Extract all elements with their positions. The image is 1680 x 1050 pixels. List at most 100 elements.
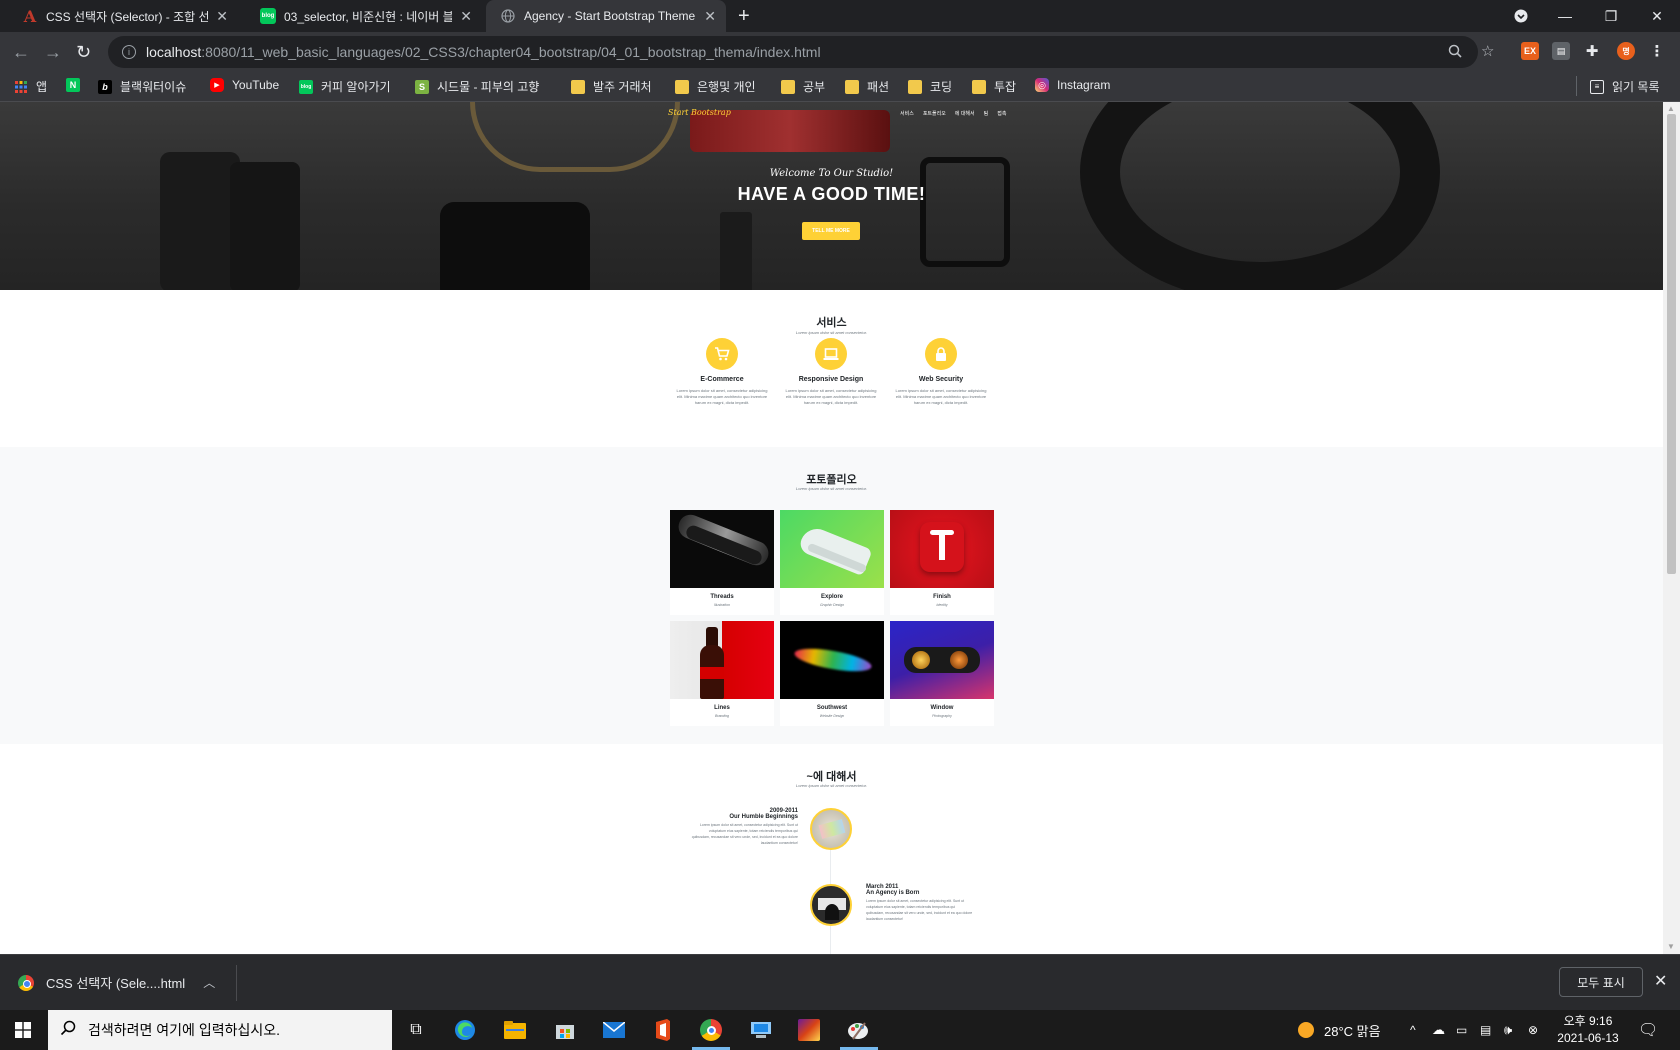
back-icon[interactable]: ←: [12, 42, 30, 62]
remote-desktop-icon[interactable]: [748, 1018, 774, 1042]
restore-icon[interactable]: ❐: [1588, 0, 1634, 32]
close-tab-icon[interactable]: ✕: [216, 8, 228, 25]
bookmark-folder-sidejob[interactable]: 투잡: [972, 78, 1016, 95]
hero-header: Start Bootstrap 서비스 포트폴리오 에 대해서 팀 접촉 Wel…: [0, 102, 1663, 290]
notifications-icon[interactable]: 🗨: [1638, 1010, 1658, 1050]
nav-item-portfolio[interactable]: 포트폴리오: [923, 110, 946, 117]
taskbar-search-input[interactable]: 검색하려면 여기에 입력하십시오.: [48, 1010, 392, 1050]
network-icon[interactable]: ▤: [1480, 1010, 1491, 1050]
taskbar-clock[interactable]: 오후 9:16 2021-06-13: [1548, 1013, 1628, 1047]
reading-list-label: 읽기 목록: [1612, 80, 1660, 94]
tab-search-icon[interactable]: [1498, 0, 1544, 32]
profile-avatar[interactable]: 명: [1617, 42, 1635, 60]
mail-icon[interactable]: [601, 1018, 627, 1042]
chrome-file-icon: [18, 974, 34, 991]
store-icon[interactable]: [552, 1018, 578, 1042]
scroll-thumb[interactable]: [1667, 114, 1676, 574]
site-info-icon[interactable]: i: [122, 45, 136, 59]
folder-icon: [781, 79, 795, 94]
task-view-icon[interactable]: ⧉: [403, 1018, 429, 1042]
bookmark-blackwater[interactable]: b 블랙워터이슈: [98, 78, 186, 95]
volume-icon[interactable]: 🕪: [1504, 1010, 1512, 1050]
reload-icon[interactable]: ↻: [76, 42, 91, 62]
youtube-icon: ▶: [210, 78, 224, 92]
folder-icon: [675, 79, 689, 94]
portfolio-category: Website Design: [819, 714, 845, 718]
minimize-icon[interactable]: —: [1542, 0, 1588, 32]
forward-icon[interactable]: →: [44, 42, 62, 62]
timeline-entry-1: 2009-2011 Our Humble Beginnings Lorem ip…: [690, 808, 798, 846]
download-item[interactable]: CSS 선택자 (Sele....html ︿: [18, 973, 215, 992]
bookmark-folder-study[interactable]: 공부: [781, 78, 825, 95]
scroll-down-icon[interactable]: ▼: [1667, 942, 1675, 951]
show-all-button[interactable]: 모두 표시: [1559, 967, 1643, 997]
tab-naver-blog[interactable]: blog 03_selector, 비준신현 : 네이버 블 ✕: [246, 0, 482, 32]
new-tab-button[interactable]: +: [738, 6, 750, 26]
weather-widget[interactable]: 28°C 맑음: [1298, 1010, 1381, 1050]
office-icon[interactable]: [650, 1018, 676, 1042]
paint-icon[interactable]: [845, 1018, 871, 1042]
portfolio-image: [780, 510, 884, 588]
file-explorer-icon[interactable]: [502, 1018, 528, 1042]
nav-item-services[interactable]: 서비스: [900, 110, 914, 117]
bookmark-star-icon[interactable]: ☆: [1481, 42, 1494, 60]
close-window-icon[interactable]: ✕: [1634, 0, 1680, 32]
section-title: 서비스: [816, 317, 847, 329]
close-tab-icon[interactable]: ✕: [704, 8, 716, 25]
download-bar: CSS 선택자 (Sele....html ︿ 모두 표시 ✕: [0, 954, 1680, 1010]
portfolio-item-lines[interactable]: Lines Branding: [670, 621, 774, 726]
edge-icon[interactable]: [452, 1018, 478, 1042]
bookmark-folder-fashion[interactable]: 패션: [845, 78, 889, 95]
bookmark-folder-bank[interactable]: 은행및 개인: [675, 78, 756, 95]
menu-kebab-icon[interactable]: ⋮: [1648, 42, 1666, 60]
nav-item-about[interactable]: 에 대해서: [955, 110, 975, 117]
meet-now-icon[interactable]: ▭: [1456, 1010, 1467, 1050]
bookmark-folder-orders[interactable]: 발주 거래처: [571, 78, 652, 95]
zoom-icon[interactable]: [1448, 44, 1462, 62]
bookmark-coffee[interactable]: blog 커피 알아가기: [299, 78, 391, 95]
bookmark-folder-coding[interactable]: 코딩: [908, 78, 952, 95]
portfolio-item-southwest[interactable]: Southwest Website Design: [780, 621, 884, 726]
game-app-icon[interactable]: [796, 1018, 822, 1042]
portfolio-item-explore[interactable]: Explore Graphic Design: [780, 510, 884, 615]
portfolio-image: [670, 621, 774, 699]
reading-list[interactable]: ≡ 읽기 목록: [1590, 78, 1660, 95]
page-scrollbar[interactable]: ▲ ▼: [1663, 102, 1680, 954]
brand-logo[interactable]: Start Bootstrap: [668, 108, 731, 117]
portfolio-item-threads[interactable]: Threads Illustration: [670, 510, 774, 615]
extensions-puzzle-icon[interactable]: ✚: [1583, 42, 1601, 60]
section-title: ~에 대해서: [806, 771, 857, 783]
extension-printer-icon[interactable]: ▤: [1552, 42, 1570, 60]
nav-item-contact[interactable]: 접촉: [997, 110, 1006, 117]
onedrive-icon[interactable]: ☁: [1432, 1010, 1445, 1050]
close-tab-icon[interactable]: ✕: [460, 8, 472, 25]
extension-ex-icon[interactable]: EX: [1521, 42, 1539, 60]
chrome-taskbar-icon[interactable]: [698, 1018, 724, 1042]
portfolio-category: Identity: [936, 603, 948, 607]
bookmark-apps[interactable]: 앱: [14, 78, 47, 95]
tell-me-more-button[interactable]: TELL ME MORE: [802, 222, 860, 240]
bookmark-youtube[interactable]: ▶ YouTube: [210, 78, 279, 92]
portfolio-item-finish[interactable]: Finish Identity: [890, 510, 994, 615]
nav-item-team[interactable]: 팀: [984, 110, 989, 117]
windows-start-icon[interactable]: [10, 1018, 36, 1042]
b-icon: b: [98, 79, 112, 94]
tab-css-selector[interactable]: A CSS 선택자 (Selector) - 조합 선택 ✕: [8, 0, 238, 32]
portfolio-item-window[interactable]: Window Photography: [890, 621, 994, 726]
globe-icon: [500, 8, 516, 24]
scroll-up-icon[interactable]: ▲: [1667, 104, 1675, 113]
services-section: 서비스 Lorem ipsum dolor sit amet consectet…: [0, 290, 1663, 447]
url-path: :8080/11_web_basic_languages/02_CSS3/cha…: [201, 44, 821, 60]
chevron-up-icon[interactable]: ︿: [203, 974, 215, 991]
bookmark-sidmool[interactable]: S 시드물 - 피부의 고향: [415, 78, 539, 95]
close-download-bar-icon[interactable]: ✕: [1654, 971, 1667, 991]
bookmark-label: 앱: [36, 80, 48, 94]
portfolio-category: Illustration: [714, 603, 730, 607]
portfolio-image: [890, 621, 994, 699]
address-bar[interactable]: i localhost:8080/11_web_basic_languages/…: [108, 36, 1478, 68]
bookmark-naver[interactable]: N: [66, 78, 88, 92]
tray-chevron-icon[interactable]: ^: [1410, 1010, 1416, 1050]
bookmark-instagram[interactable]: ◎ Instagram: [1035, 78, 1110, 92]
tab-agency[interactable]: Agency - Start Bootstrap Theme ✕: [486, 0, 726, 32]
ime-icon[interactable]: ⊗: [1528, 1010, 1538, 1050]
